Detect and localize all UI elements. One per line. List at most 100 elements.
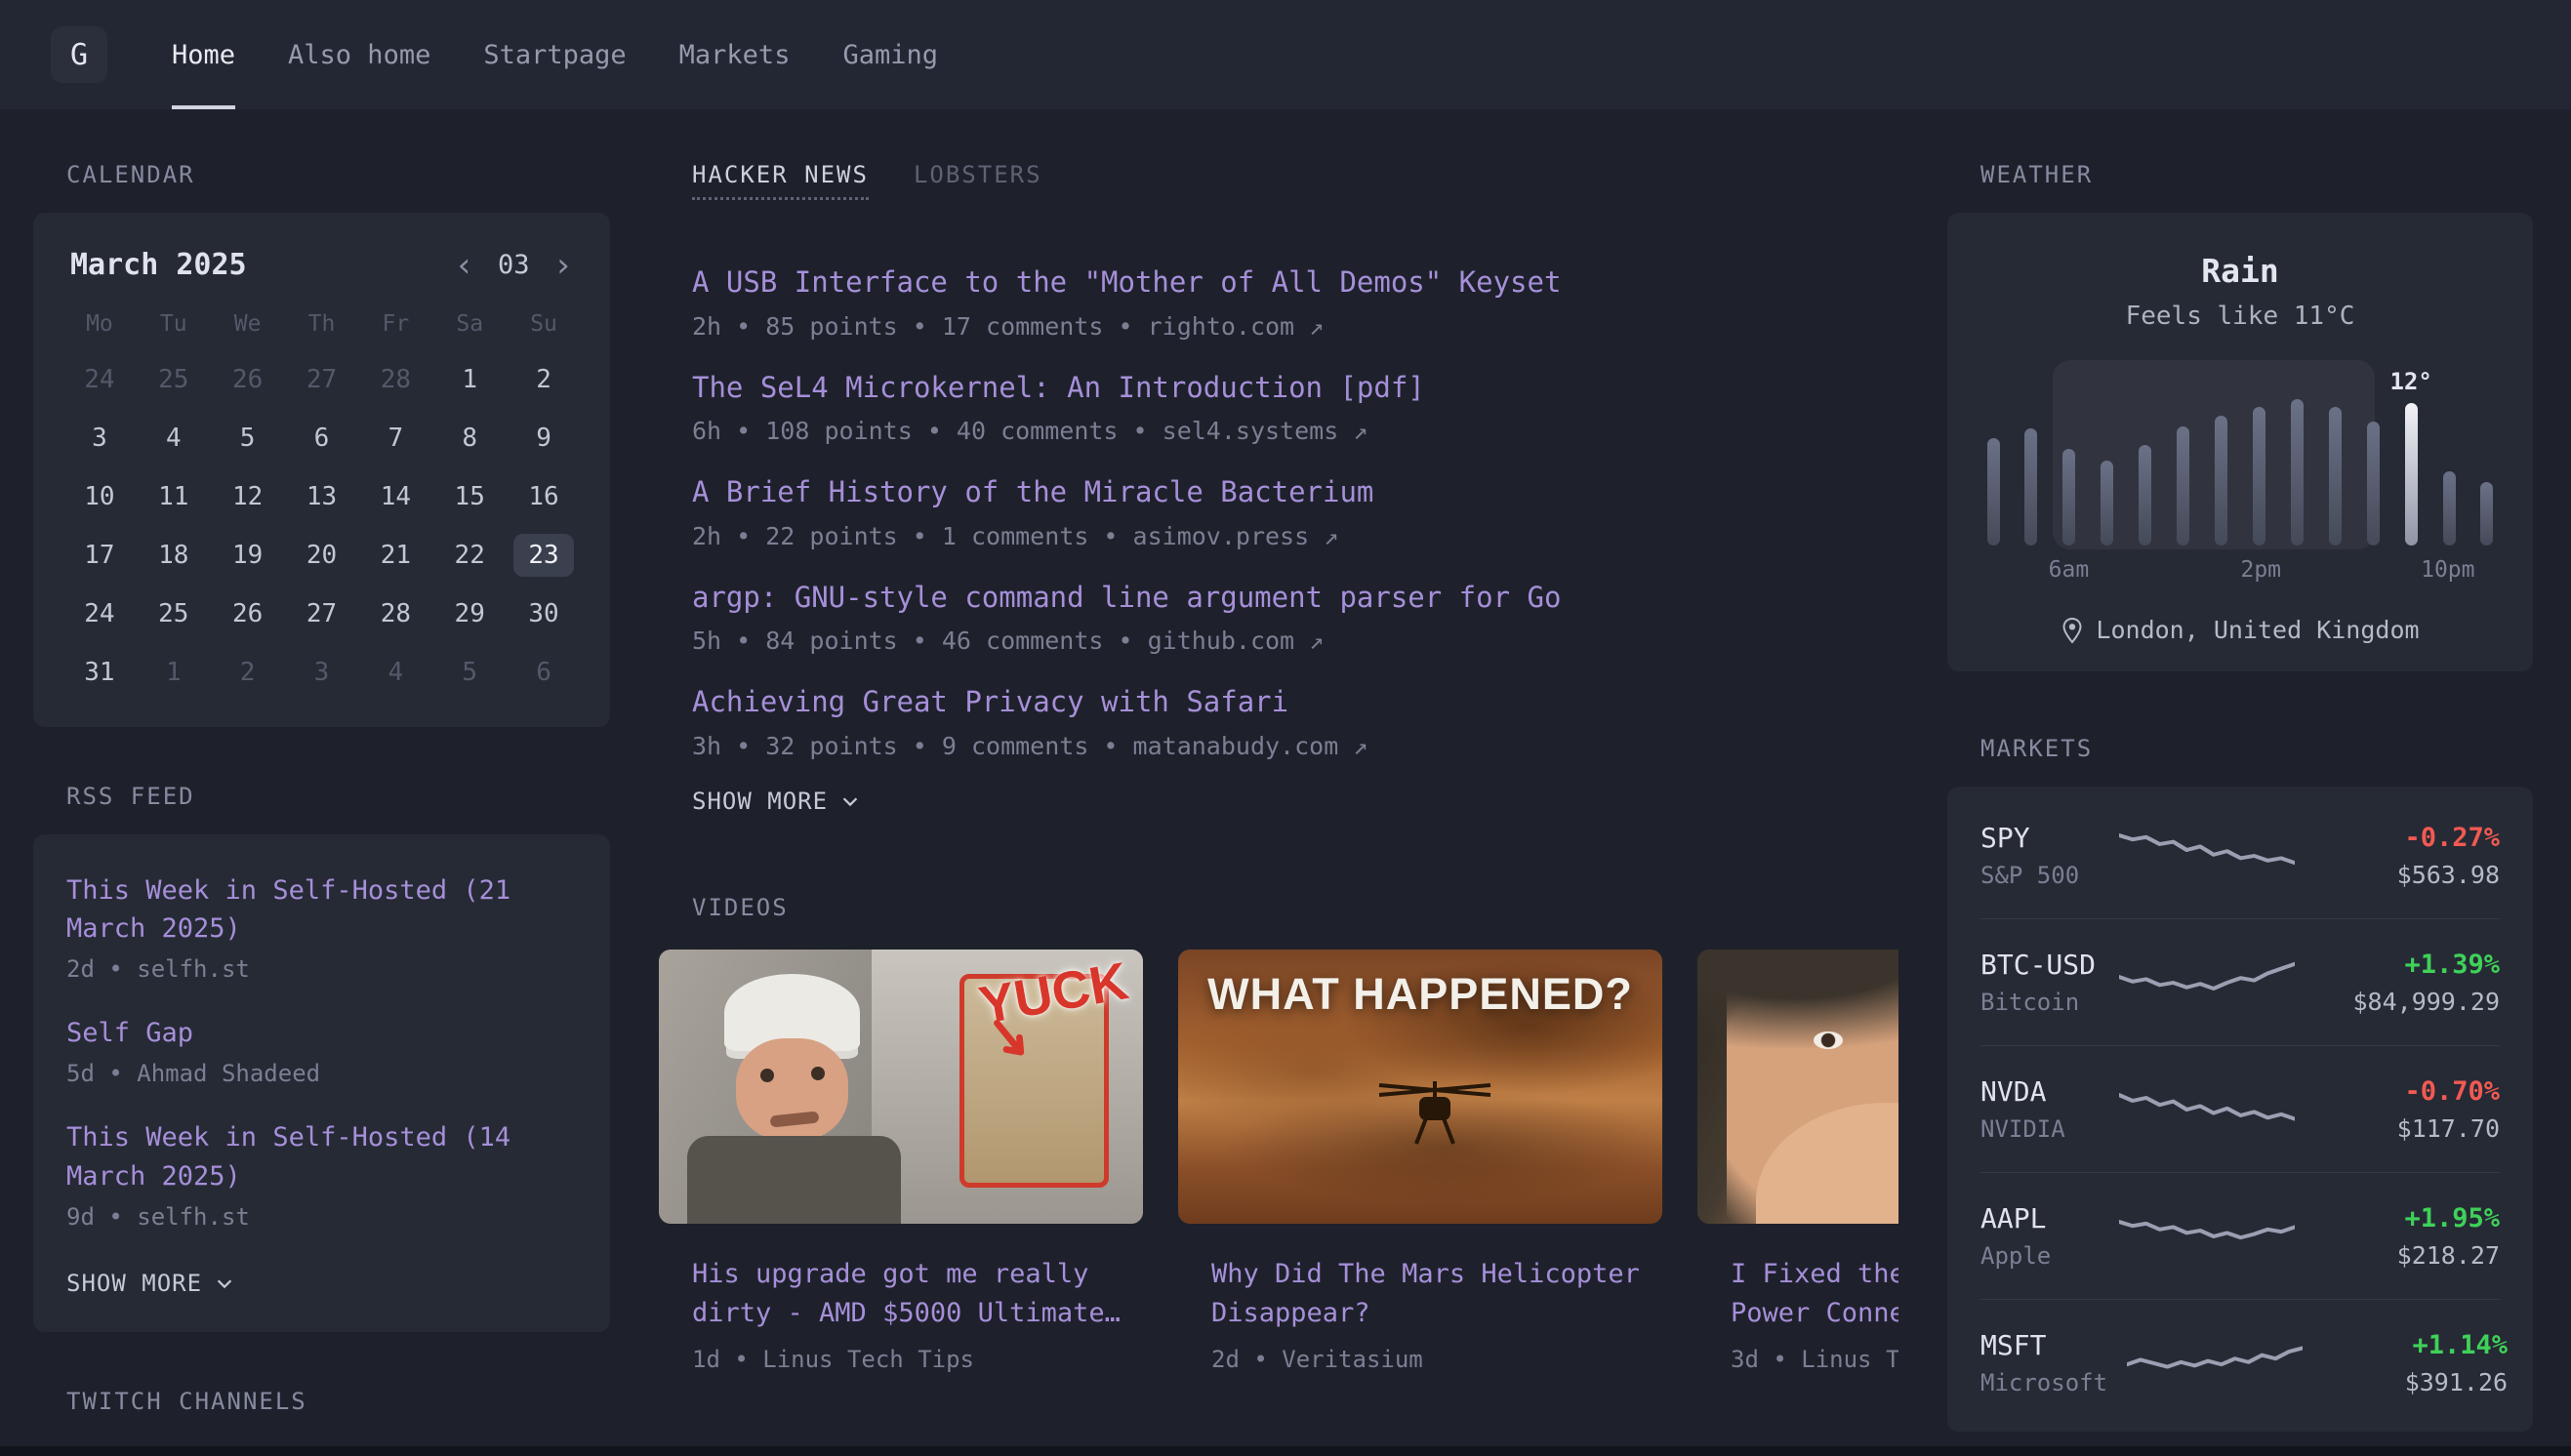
weather-bar	[2366, 360, 2380, 546]
calendar-day-selected[interactable]: 23	[507, 526, 581, 585]
weather-bar-column	[2367, 422, 2380, 546]
news-item-title[interactable]: A USB Interface to the "Mother of All De…	[692, 263, 1898, 303]
calendar-day[interactable]: 25	[137, 585, 211, 643]
news-item-title[interactable]: argp: GNU-style command line argument pa…	[692, 578, 1898, 618]
weather-bar	[2290, 360, 2304, 546]
nav-tab-also-home[interactable]: Also home	[288, 0, 430, 109]
calendar-day[interactable]: 21	[358, 526, 432, 585]
market-change: +1.95%	[2314, 1203, 2500, 1234]
chevron-down-icon	[839, 790, 861, 812]
video-thumbnail[interactable]: WHAT HAPPENED?	[1178, 950, 1662, 1224]
calendar-day[interactable]: 15	[432, 467, 507, 526]
calendar-day[interactable]: 5	[211, 409, 285, 467]
videos-section-title: VIDEOS	[692, 893, 1898, 922]
market-row-spy[interactable]: SPYS&P 500-0.27%$563.98	[1980, 792, 2500, 918]
news-item: argp: GNU-style command line argument pa…	[692, 578, 1898, 656]
calendar-day[interactable]: 14	[358, 467, 432, 526]
rss-show-more-label: SHOW MORE	[66, 1270, 202, 1297]
rss-item-title[interactable]: This Week in Self-Hosted (14 March 2025)	[66, 1118, 577, 1194]
calendar-day[interactable]: 2	[507, 350, 581, 409]
nav-tab-home[interactable]: Home	[172, 0, 235, 109]
nav-tab-startpage[interactable]: Startpage	[483, 0, 626, 109]
calendar-day[interactable]: 8	[432, 409, 507, 467]
weather-bar	[2252, 360, 2265, 546]
calendar-day[interactable]: 1	[432, 350, 507, 409]
calendar-day[interactable]: 12	[211, 467, 285, 526]
rss-card: This Week in Self-Hosted (21 March 2025)…	[33, 834, 610, 1332]
weather-bar	[2101, 360, 2114, 546]
news-item-title[interactable]: A Brief History of the Miracle Bacterium	[692, 472, 1898, 512]
calendar-day[interactable]: 7	[358, 409, 432, 467]
calendar-day[interactable]: 30	[507, 585, 581, 643]
market-name: S&P 500	[1980, 862, 2100, 889]
market-row-aapl[interactable]: AAPLApple+1.95%$218.27	[1980, 1172, 2500, 1299]
video-thumbnail[interactable]: YUCK	[659, 950, 1143, 1224]
market-row-msft[interactable]: MSFTMicrosoft+1.14%$391.26	[1980, 1299, 2500, 1426]
calendar-day[interactable]: 17	[62, 526, 137, 585]
rss-item-title[interactable]: Self Gap	[66, 1014, 577, 1052]
video-title[interactable]: I Fixed the 5 Power Connect	[1731, 1255, 1898, 1334]
market-row-btc-usd[interactable]: BTC-USDBitcoin+1.39%$84,999.29	[1980, 918, 2500, 1045]
chevron-right-icon[interactable]: ›	[553, 249, 573, 282]
calendar-day[interactable]: 27	[285, 585, 359, 643]
calendar-day[interactable]: 31	[62, 643, 137, 702]
calendar-day[interactable]: 16	[507, 467, 581, 526]
calendar-day[interactable]: 6	[507, 643, 581, 702]
calendar-day[interactable]: 2	[211, 643, 285, 702]
calendar-day[interactable]: 3	[285, 643, 359, 702]
weather-bar-column	[2215, 416, 2227, 546]
news-item-title[interactable]: Achieving Great Privacy with Safari	[692, 682, 1898, 722]
calendar-day[interactable]: 5	[432, 643, 507, 702]
calendar-day[interactable]: 3	[62, 409, 137, 467]
news-tab-hacker-news[interactable]: HACKER NEWS	[692, 160, 869, 200]
calendar-day[interactable]: 9	[507, 409, 581, 467]
calendar-widget: CALENDAR March 2025 ‹ 03 › MoTuWeThFrSaS…	[33, 160, 610, 727]
market-symbol-block: BTC-USDBitcoin	[1980, 949, 2100, 1016]
weather-section-title: WEATHER	[1980, 160, 2533, 189]
calendar-day[interactable]: 28	[358, 350, 432, 409]
chevron-left-icon[interactable]: ‹	[455, 249, 474, 282]
calendar-day[interactable]: 27	[285, 350, 359, 409]
news-item-title[interactable]: The SeL4 Microkernel: An Introduction [p…	[692, 368, 1898, 408]
calendar-day[interactable]: 28	[358, 585, 432, 643]
video-title[interactable]: Why Did The Mars Helicopter Disappear?	[1211, 1255, 1662, 1334]
market-change: -0.27%	[2314, 823, 2500, 853]
video-thumbnail[interactable]: DOTT	[1697, 950, 1898, 1224]
calendar-day[interactable]: 19	[211, 526, 285, 585]
weather-time-axis: 6am2pm10pm	[1980, 557, 2500, 590]
nav-tab-markets[interactable]: Markets	[679, 0, 791, 109]
calendar-day[interactable]: 25	[137, 350, 211, 409]
news-item-meta: 3h • 32 points • 9 comments • matanabudy…	[692, 732, 1898, 760]
video-title[interactable]: His upgrade got me really dirty - AMD $5…	[692, 1255, 1143, 1334]
news-show-more-button[interactable]: SHOW MORE	[692, 788, 1898, 815]
calendar-weekday-label: Su	[507, 303, 581, 350]
calendar-day[interactable]: 4	[137, 409, 211, 467]
calendar-day[interactable]: 24	[62, 585, 137, 643]
calendar-day[interactable]: 20	[285, 526, 359, 585]
calendar-day[interactable]: 6	[285, 409, 359, 467]
twitch-section-title: TWITCH CHANNELS	[66, 1387, 610, 1416]
main-content: CALENDAR March 2025 ‹ 03 › MoTuWeThFrSaS…	[0, 109, 2571, 1439]
calendar-day[interactable]: 26	[211, 585, 285, 643]
news-item: The SeL4 Microkernel: An Introduction [p…	[692, 368, 1898, 446]
nav-tab-gaming[interactable]: Gaming	[842, 0, 938, 109]
thumb-overlay-text: WHAT HAPPENED?	[1178, 969, 1662, 1020]
calendar-day[interactable]: 24	[62, 350, 137, 409]
calendar-day[interactable]: 10	[62, 467, 137, 526]
market-change: +1.14%	[2322, 1330, 2508, 1360]
calendar-day[interactable]: 1	[137, 643, 211, 702]
calendar-day[interactable]: 29	[432, 585, 507, 643]
rss-show-more-button[interactable]: SHOW MORE	[66, 1270, 577, 1297]
news-tab-lobsters[interactable]: LOBSTERS	[914, 160, 1042, 200]
calendar-day[interactable]: 11	[137, 467, 211, 526]
calendar-day[interactable]: 22	[432, 526, 507, 585]
calendar-day[interactable]: 26	[211, 350, 285, 409]
dashboard-page: G HomeAlso homeStartpageMarketsGaming CA…	[0, 0, 2571, 1456]
market-row-nvda[interactable]: NVDANVIDIA-0.70%$117.70	[1980, 1045, 2500, 1172]
app-logo[interactable]: G	[51, 26, 107, 83]
calendar-day[interactable]: 13	[285, 467, 359, 526]
rss-item-title[interactable]: This Week in Self-Hosted (21 March 2025)	[66, 871, 577, 948]
market-price: $563.98	[2314, 861, 2500, 889]
calendar-day[interactable]: 18	[137, 526, 211, 585]
calendar-day[interactable]: 4	[358, 643, 432, 702]
